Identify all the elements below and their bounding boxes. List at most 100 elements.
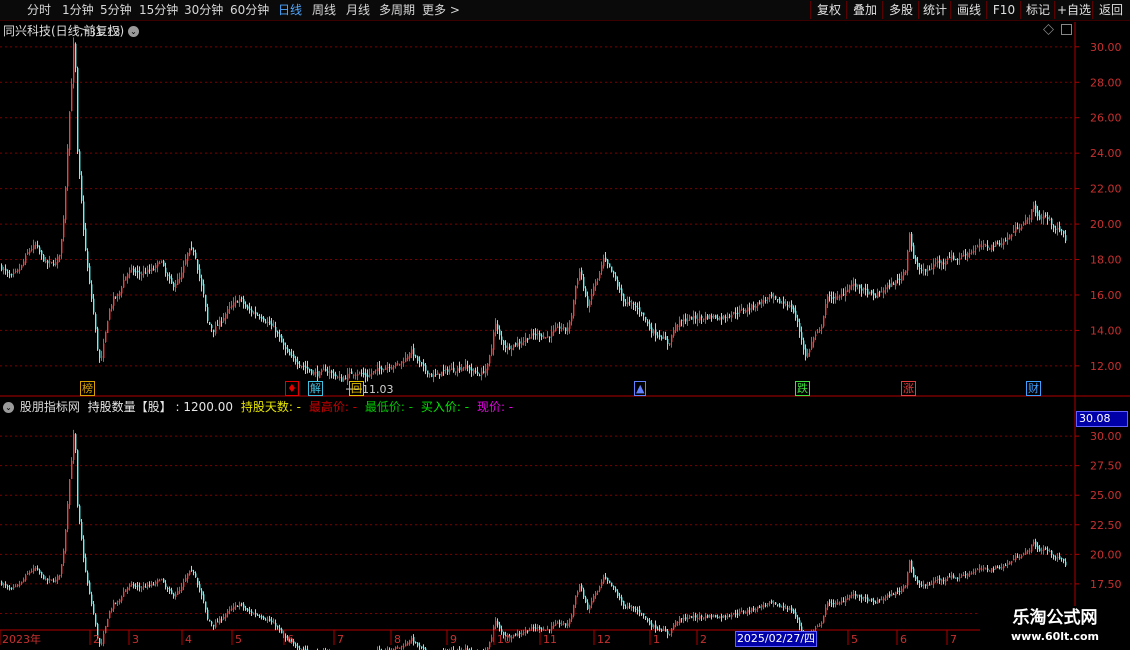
ind-candle-body xyxy=(397,647,399,649)
ind-candle-body xyxy=(859,594,861,598)
ind-candle-body xyxy=(45,578,47,580)
ind-candle-body xyxy=(553,624,555,627)
candle-body xyxy=(955,258,957,260)
ind-candle-body xyxy=(1007,563,1009,565)
candle-body xyxy=(177,279,179,285)
candle-body xyxy=(405,357,407,362)
ind-candle-body xyxy=(201,590,203,596)
ind-candle-body xyxy=(175,594,177,597)
ind-candle-body xyxy=(983,567,985,569)
ind-candle-body xyxy=(915,576,917,580)
main-tick-label-0: 30.00 xyxy=(1090,41,1122,54)
ind-candle-body xyxy=(35,568,37,570)
candle-body xyxy=(133,268,135,273)
ind-candle-body xyxy=(817,626,819,628)
candle-body xyxy=(215,326,217,334)
candle-body xyxy=(705,316,707,320)
indicator-name[interactable]: 股朋指标网 xyxy=(20,400,80,414)
ind-candle-body xyxy=(37,568,39,570)
ind-candle-body xyxy=(147,584,149,587)
candle-body xyxy=(21,265,23,269)
event-marker-2[interactable]: 解 xyxy=(308,381,323,396)
ind-candle-body xyxy=(991,568,993,572)
candle-body xyxy=(681,319,683,321)
ind-candle-body xyxy=(887,594,889,597)
candle-body xyxy=(179,277,181,280)
month-label-13: 5 xyxy=(851,633,858,646)
candle-body xyxy=(749,308,751,310)
candle-body xyxy=(307,366,309,370)
ind-candle-body xyxy=(71,460,73,480)
candle-body xyxy=(593,286,595,295)
chevron-down-icon[interactable]: ⌄ xyxy=(3,402,14,413)
candle-body xyxy=(481,371,483,376)
ind-candle-body xyxy=(63,550,65,564)
ind-tick-label-4: 20.00 xyxy=(1090,548,1122,561)
candle-body xyxy=(57,256,59,263)
ind-candle-body xyxy=(1041,549,1043,551)
candle-body xyxy=(463,367,465,369)
candle-body xyxy=(517,342,519,347)
ind-candle-body xyxy=(713,615,715,617)
candle-body xyxy=(119,291,121,296)
candle-body xyxy=(1059,226,1061,232)
candle-body xyxy=(289,351,291,356)
event-marker-0[interactable]: 榜 xyxy=(80,381,95,396)
event-marker-7[interactable]: 财 xyxy=(1026,381,1041,396)
candle-body xyxy=(269,320,271,325)
event-marker-1[interactable]: ♦ xyxy=(285,381,299,396)
event-marker-3[interactable]: 回 xyxy=(349,381,364,396)
ind-candle-body xyxy=(979,567,981,570)
candle-body xyxy=(687,319,689,321)
candle-body xyxy=(735,313,737,315)
candle-body xyxy=(513,344,515,348)
candle-body xyxy=(647,321,649,324)
ind-candle-body xyxy=(855,593,857,597)
ind-candle-body xyxy=(671,628,673,634)
ind-candle-body xyxy=(691,616,693,619)
candle-body xyxy=(363,372,365,375)
ind-candle-body xyxy=(405,643,407,647)
candle-body xyxy=(465,364,467,369)
ind-candle-body xyxy=(641,613,643,615)
ind-candle-body xyxy=(615,588,617,592)
event-marker-5[interactable]: 跌 xyxy=(795,381,810,396)
ind-candle-body xyxy=(631,606,633,608)
ind-candle-body xyxy=(531,627,533,629)
candle-body xyxy=(811,341,813,349)
candle-body xyxy=(437,372,439,375)
ind-candle-body xyxy=(1047,549,1049,552)
candle-body xyxy=(1,265,3,270)
candle-body xyxy=(693,315,695,319)
month-label-14: 6 xyxy=(900,633,907,646)
ind-candle-body xyxy=(1063,558,1065,561)
candle-body xyxy=(541,335,543,337)
event-marker-6[interactable]: 涨 xyxy=(901,381,916,396)
month-label-12: 2 xyxy=(700,633,707,646)
event-marker-4[interactable]: ▲ xyxy=(634,381,647,396)
candle-body xyxy=(807,352,809,358)
ind-candle-body xyxy=(923,584,925,586)
candle-body xyxy=(143,271,145,273)
candle-body xyxy=(223,318,225,321)
candle-body xyxy=(621,288,623,296)
candle-body xyxy=(239,298,241,302)
candle-body xyxy=(779,298,781,304)
ind-candle-body xyxy=(581,585,583,589)
ind-candle-body xyxy=(133,584,135,587)
candle-body xyxy=(747,307,749,312)
ind-candle-body xyxy=(497,621,499,625)
ind-candle-body xyxy=(297,646,299,648)
ind-candle-body xyxy=(1029,550,1031,552)
ind-candle-body xyxy=(517,633,519,636)
candle-body xyxy=(537,333,539,335)
ind-candle-body xyxy=(403,646,405,648)
ind-candle-body xyxy=(793,610,795,614)
ind-candle-body xyxy=(771,600,773,603)
ind-candle-body xyxy=(399,647,401,649)
candle-body xyxy=(105,331,107,343)
ind-candle-body xyxy=(833,603,835,605)
candle-body xyxy=(371,373,373,375)
main-tick-label-6: 18.00 xyxy=(1090,254,1122,267)
chart-canvas[interactable]: 30.00 28.00 26.00 24.00 22.00 20.00 18.00 16.00… xyxy=(0,0,1130,650)
